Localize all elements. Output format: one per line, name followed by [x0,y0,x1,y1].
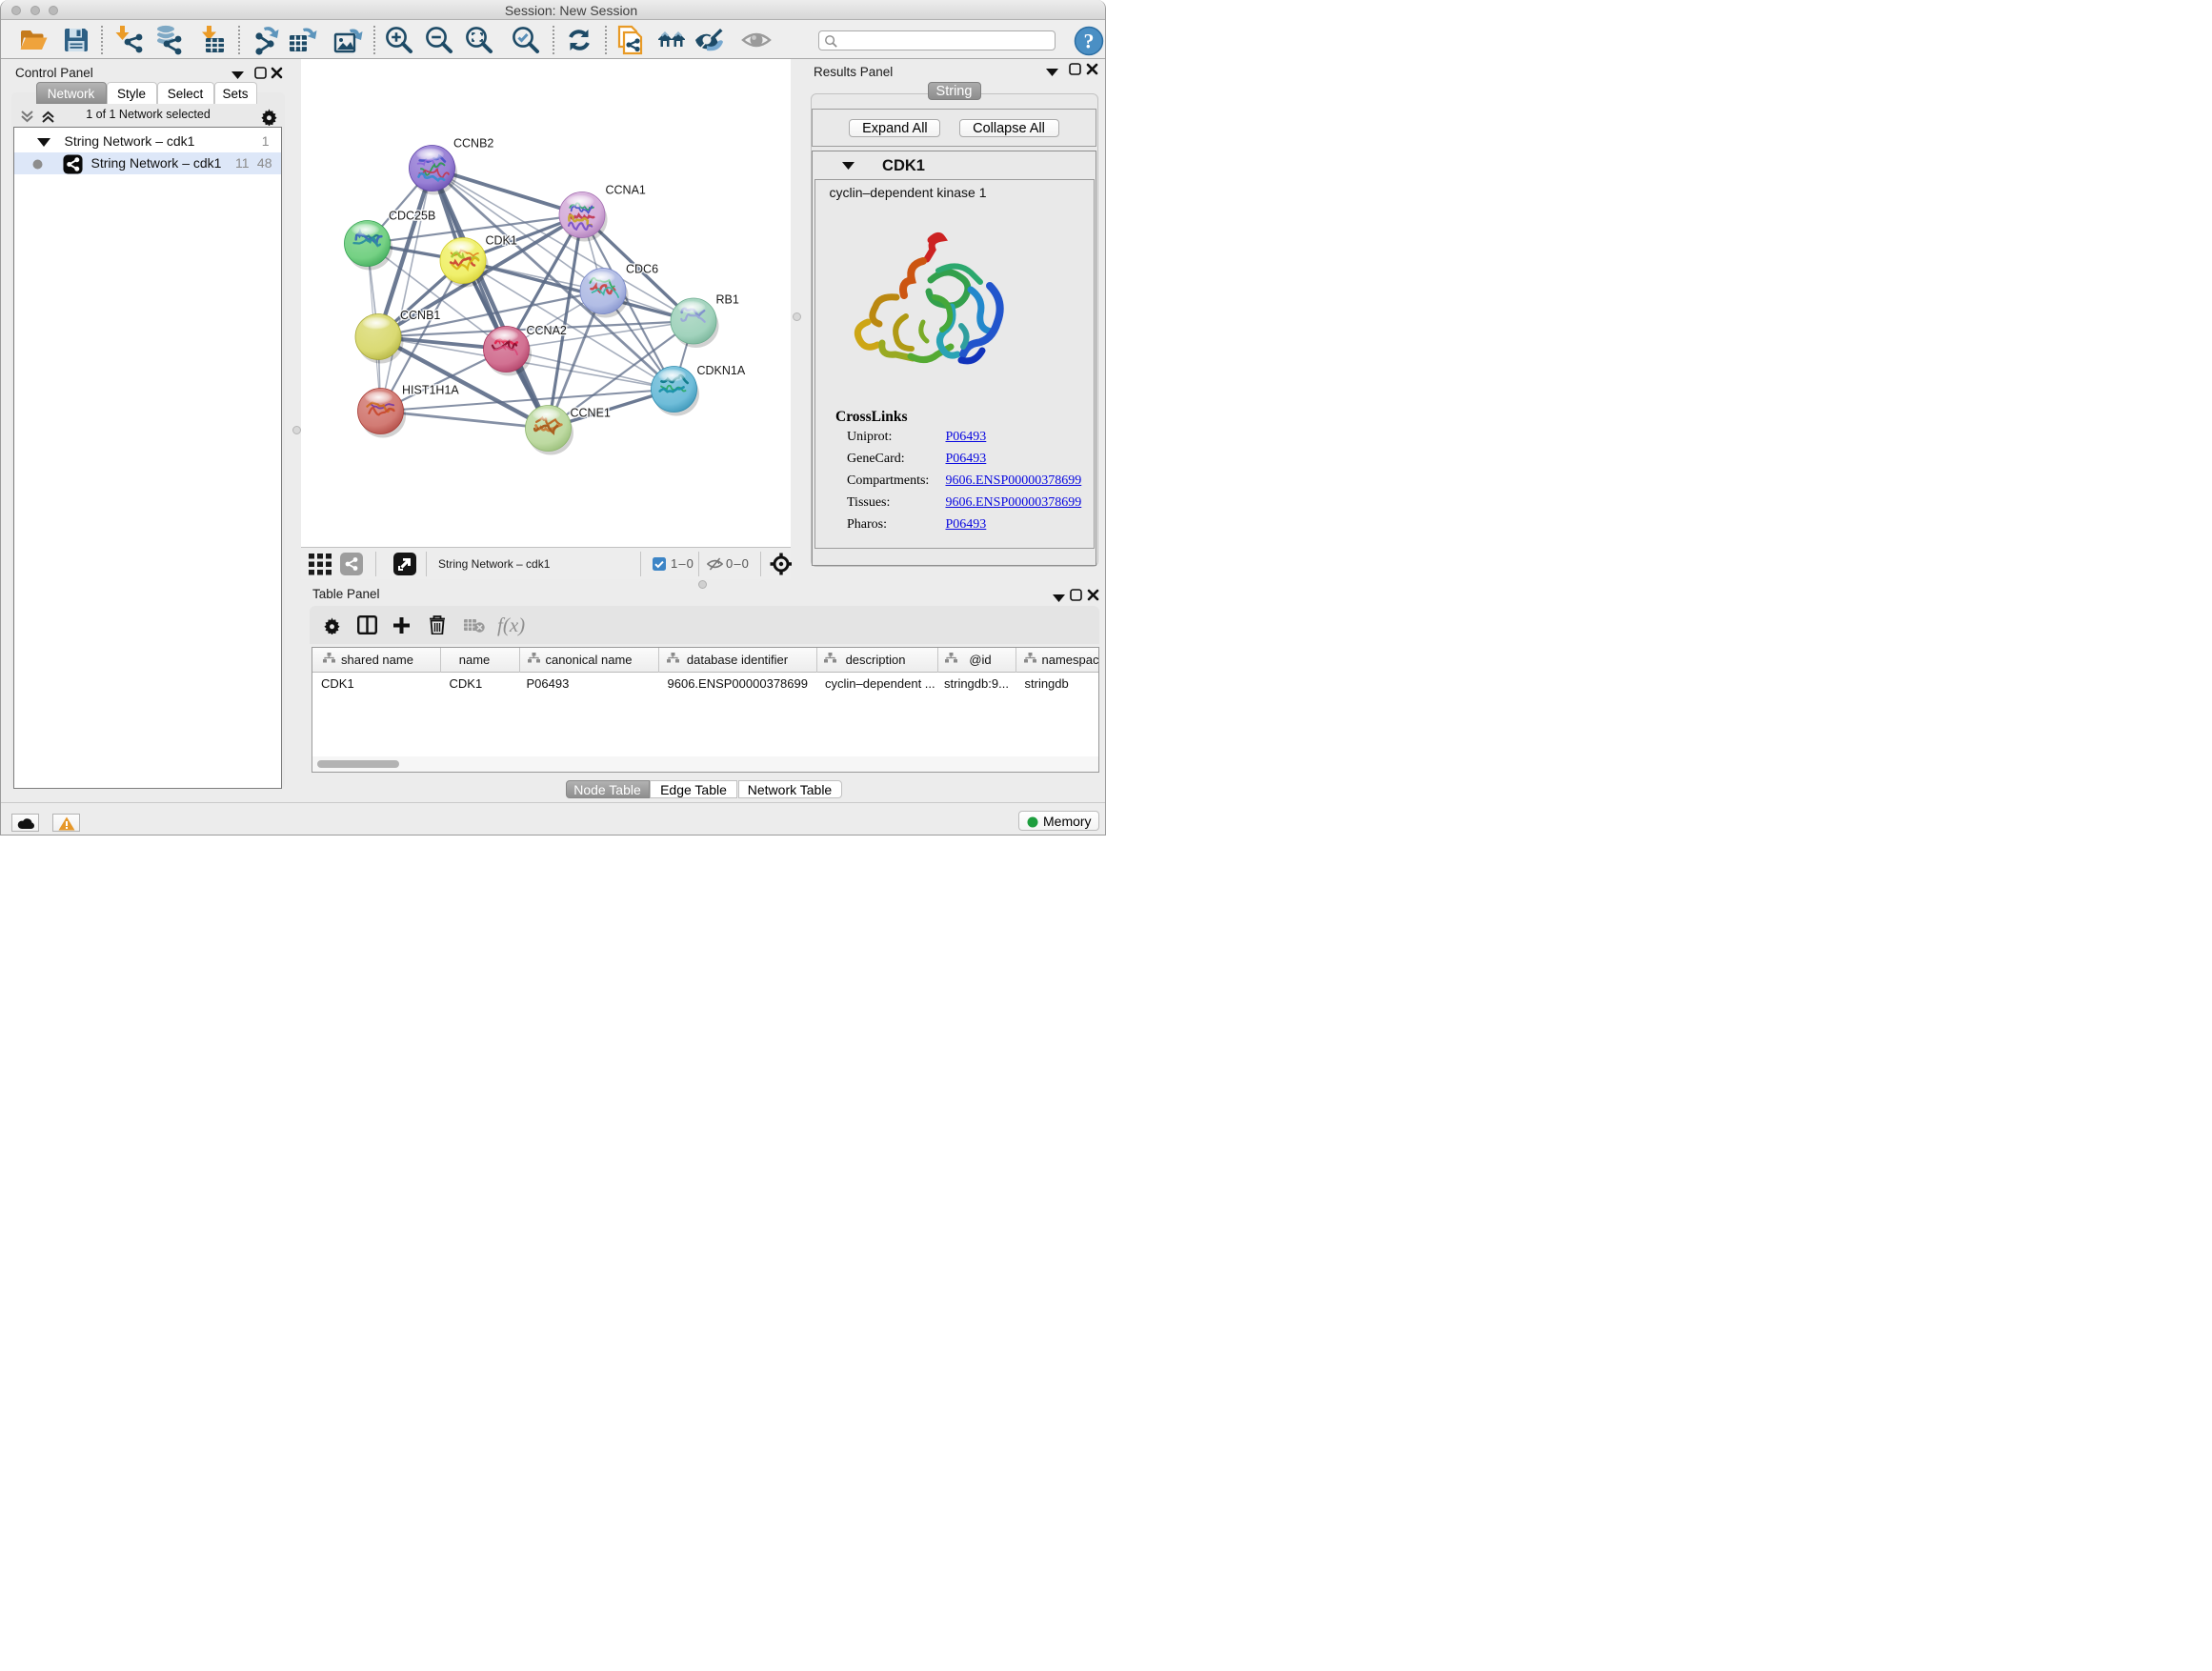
svg-text:CCNA1: CCNA1 [606,184,646,197]
svg-text:?: ? [1084,30,1095,53]
svg-text:CDKN1A: CDKN1A [697,364,746,377]
svg-text:RB1: RB1 [716,293,739,307]
svg-text:CCNB1: CCNB1 [400,309,440,322]
svg-text:CCNA2: CCNA2 [527,324,567,337]
svg-text:HIST1H1A: HIST1H1A [402,384,459,397]
svg-text:CDC25B: CDC25B [389,210,435,223]
svg-text:CDK1: CDK1 [486,234,517,248]
svg-text:CCNB2: CCNB2 [453,137,493,151]
svg-text:CDC6: CDC6 [626,263,658,276]
svg-text:CCNE1: CCNE1 [571,407,611,420]
